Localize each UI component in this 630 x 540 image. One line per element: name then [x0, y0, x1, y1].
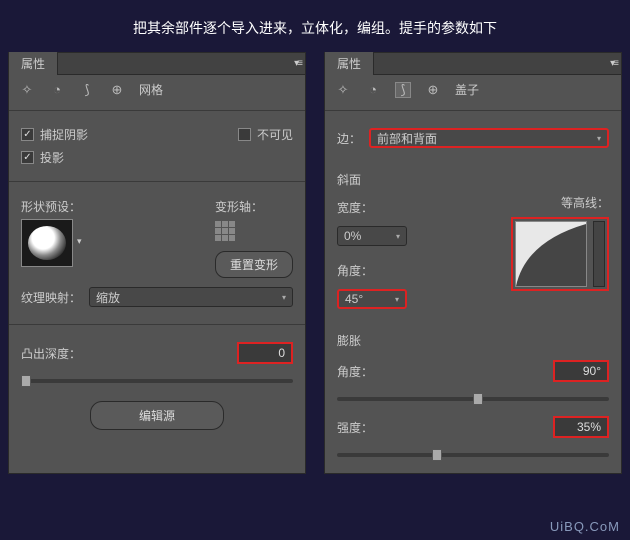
deform-icon[interactable]: ◔ — [49, 82, 65, 98]
icon-row-label: 盖子 — [455, 81, 479, 98]
tab-properties[interactable]: 属性 — [9, 52, 58, 75]
tab-properties[interactable]: 属性 — [325, 52, 374, 75]
chevron-down-icon[interactable]: ▾ — [77, 236, 82, 247]
bevel-heading: 斜面 — [337, 165, 609, 194]
deform-icon[interactable]: ◔ — [365, 82, 381, 98]
invisible-checkbox[interactable] — [238, 128, 251, 141]
deform-axis-grid[interactable] — [215, 221, 235, 241]
strength-label: 强度： — [337, 419, 373, 436]
cast-shadow-label: 投影 — [40, 149, 64, 166]
bevel-angle-label: 角度： — [337, 262, 373, 279]
tab-bar: 属性 ▾≡ — [9, 53, 305, 75]
tab-bar: 属性 ▾≡ — [325, 53, 621, 75]
extrude-depth-slider[interactable] — [21, 379, 293, 383]
inflate-angle-label: 角度： — [337, 363, 373, 380]
inflate-angle-slider[interactable] — [337, 397, 609, 401]
catch-shadow-checkbox[interactable] — [21, 128, 34, 141]
caption-text: 把其余部件逐个导入进来，立体化，编组。提手的参数如下 — [0, 0, 630, 52]
watermark: UiBQ.CoM — [550, 519, 620, 534]
mesh-icon[interactable]: ✧ — [335, 82, 351, 98]
icon-row-label: 网格 — [139, 81, 163, 98]
panel-menu-icon[interactable]: ▾≡ — [294, 58, 301, 69]
catch-shadow-label: 捕捉阴影 — [40, 126, 88, 143]
icon-row: ✧ ◔ ⟆ ⊕ 盖子 — [325, 75, 621, 104]
extrude-depth-input[interactable]: 0 — [237, 342, 293, 364]
deform-axis-label: 变形轴： — [215, 198, 293, 215]
bevel-width-dropdown[interactable]: 0%▾ — [337, 226, 407, 246]
properties-panel-left: 属性 ▾≡ ✧ ◔ ⟆ ⊕ 网格 捕捉阴影 不可见 — [8, 52, 306, 474]
texture-map-label: 纹理映射： — [21, 289, 81, 306]
bevel-width-label: 宽度： — [337, 199, 373, 216]
texture-map-dropdown[interactable]: 缩放▾ — [89, 287, 293, 307]
coord-icon[interactable]: ⊕ — [109, 82, 125, 98]
shape-preset-swatch[interactable] — [21, 219, 73, 267]
cap-icon[interactable]: ⟆ — [395, 82, 411, 98]
edit-source-button[interactable]: 编辑源 — [90, 401, 224, 430]
edge-label: 边： — [337, 130, 361, 147]
panel-menu-icon[interactable]: ▾≡ — [610, 58, 617, 69]
invisible-label: 不可见 — [257, 126, 293, 143]
inflate-heading: 膨胀 — [337, 326, 609, 355]
properties-panel-right: 属性 ▾≡ ✧ ◔ ⟆ ⊕ 盖子 边： 前部和背面▾ 斜面 宽度： — [324, 52, 622, 474]
edge-dropdown[interactable]: 前部和背面▾ — [369, 128, 609, 148]
extrude-depth-label: 凸出深度： — [21, 345, 81, 362]
cap-icon[interactable]: ⟆ — [79, 82, 95, 98]
reset-deform-button[interactable]: 重置变形 — [215, 251, 293, 278]
icon-row: ✧ ◔ ⟆ ⊕ 网格 — [9, 75, 305, 104]
strength-input[interactable]: 35% — [553, 416, 609, 438]
contour-picker[interactable] — [511, 217, 609, 291]
cast-shadow-checkbox[interactable] — [21, 151, 34, 164]
bevel-angle-dropdown[interactable]: 45°▾ — [337, 289, 407, 309]
shape-preset-label: 形状预设： — [21, 198, 82, 215]
coord-icon[interactable]: ⊕ — [425, 82, 441, 98]
contour-label: 等高线： — [561, 194, 609, 211]
mesh-icon[interactable]: ✧ — [19, 82, 35, 98]
strength-slider[interactable] — [337, 453, 609, 457]
inflate-angle-input[interactable]: 90° — [553, 360, 609, 382]
